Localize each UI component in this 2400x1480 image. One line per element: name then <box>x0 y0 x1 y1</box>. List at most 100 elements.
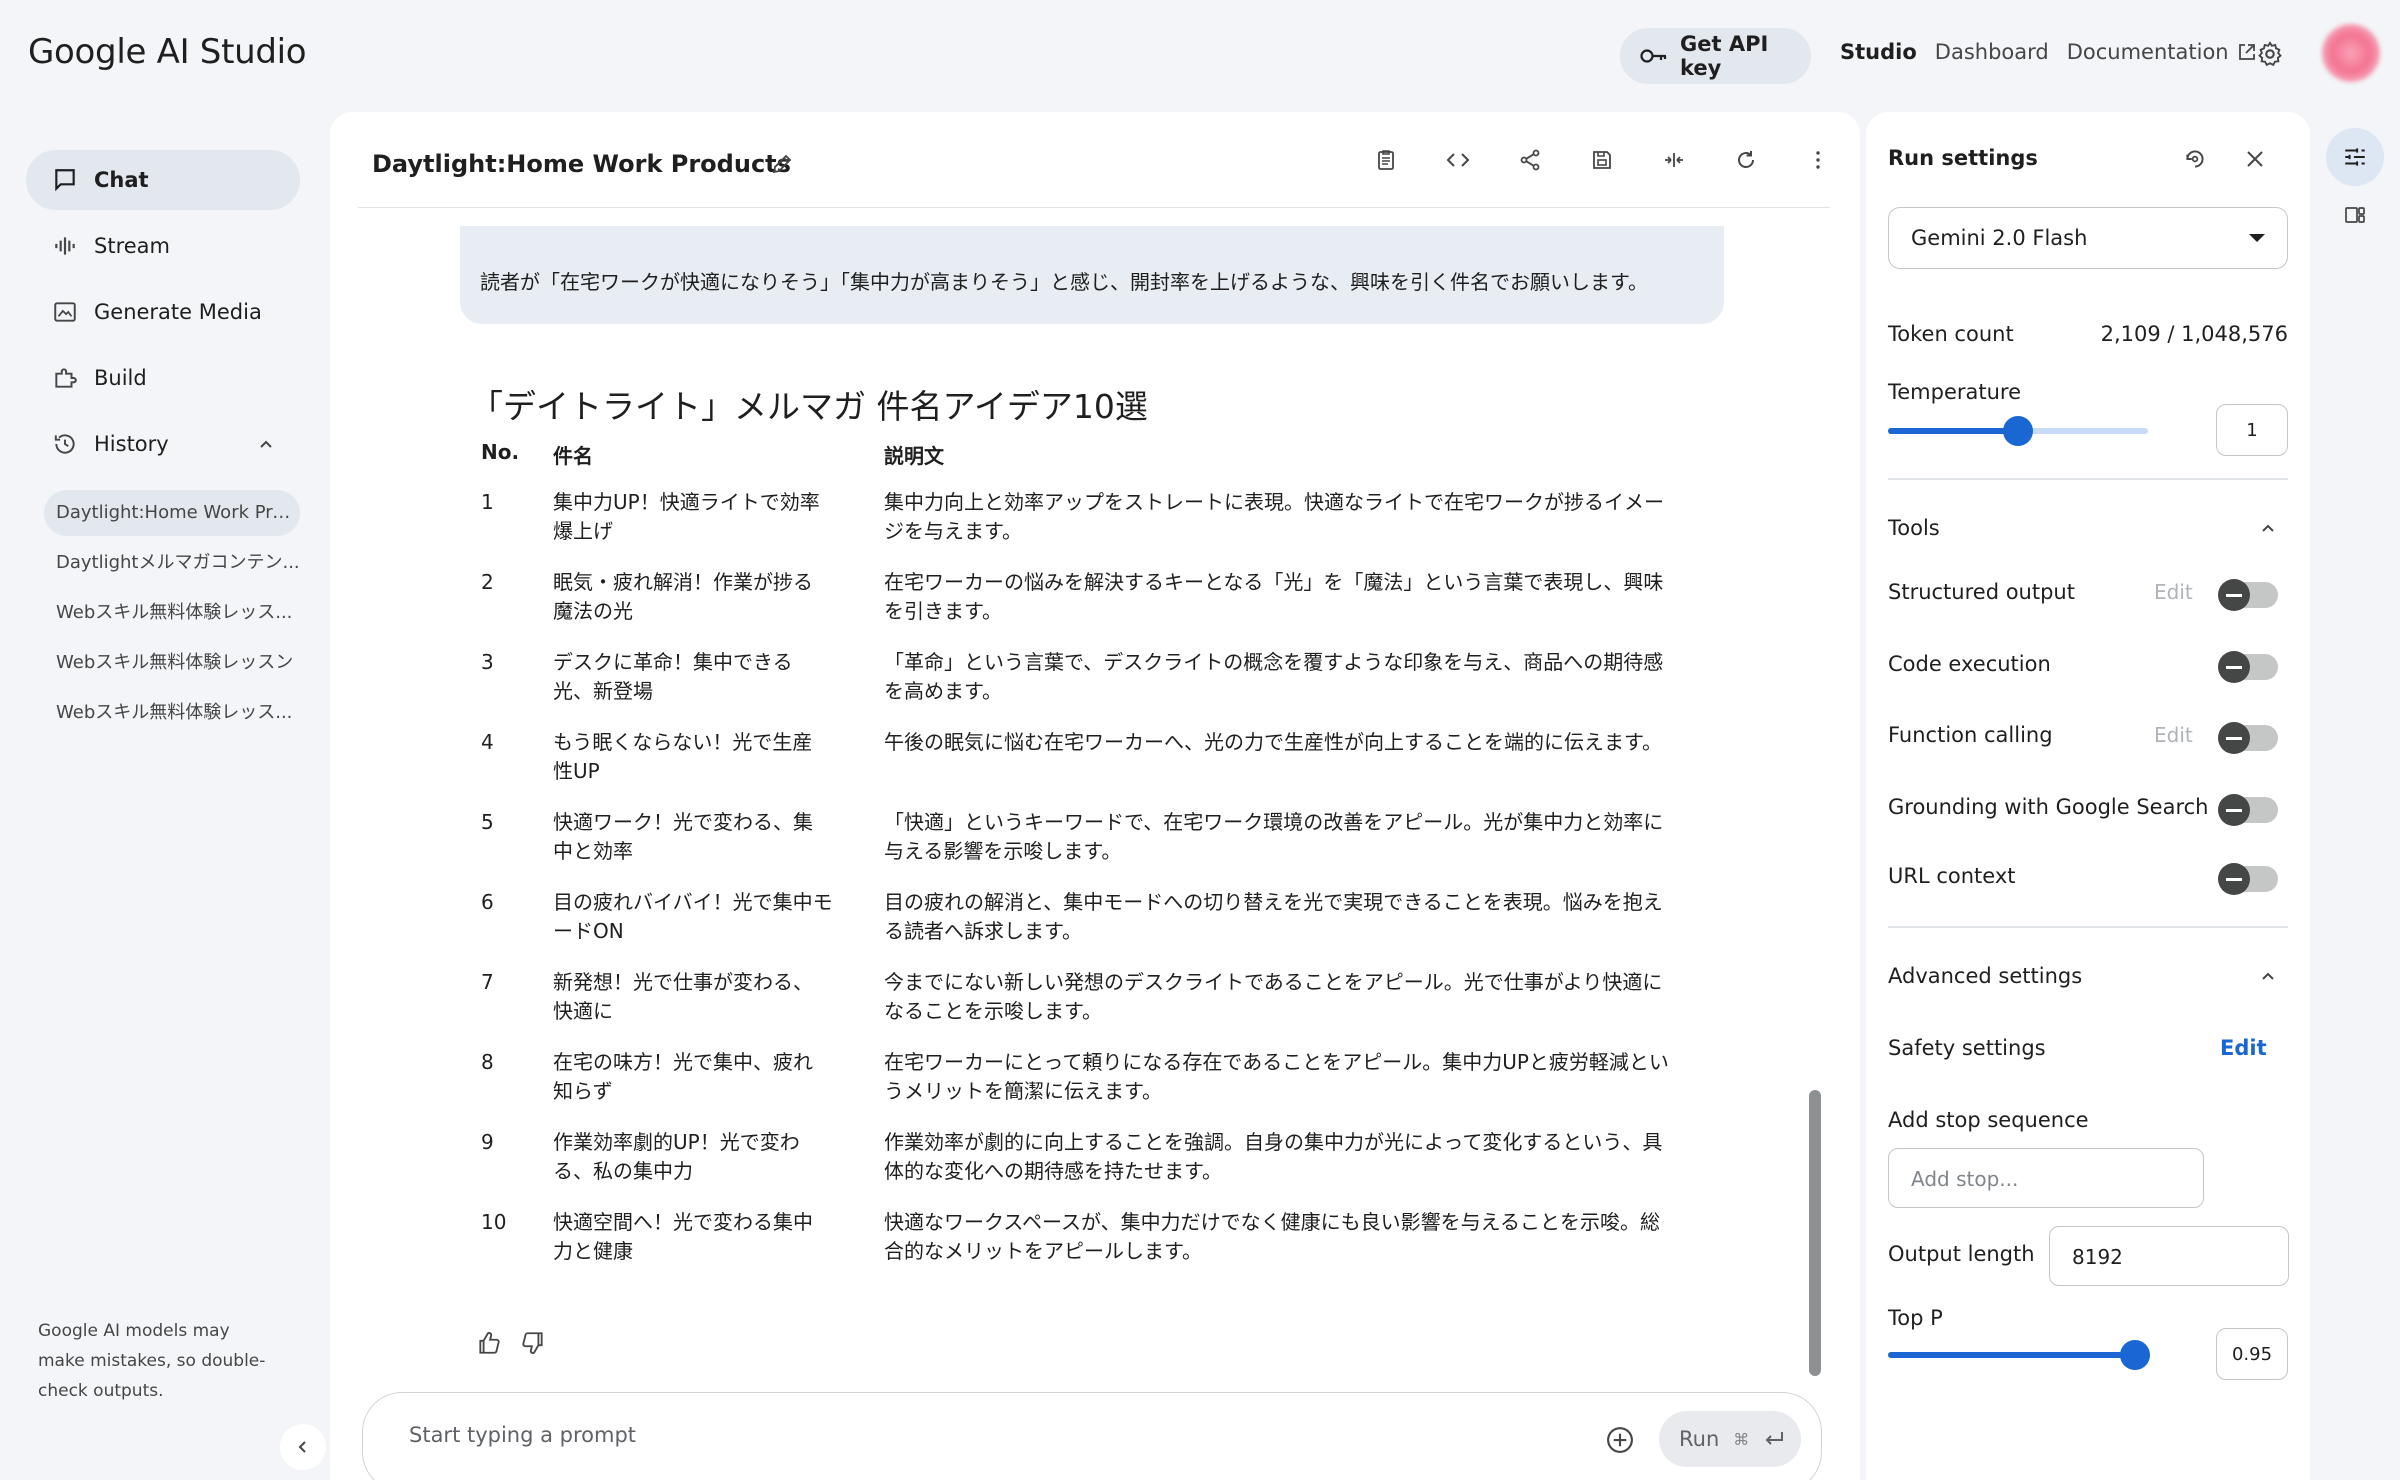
nav-studio[interactable]: Studio <box>1840 40 1917 64</box>
waveform-icon <box>52 233 78 259</box>
add-circle-icon[interactable] <box>1605 1425 1635 1455</box>
chat-icon <box>52 167 78 193</box>
toggle-thumb <box>2218 651 2250 683</box>
nav-documentation[interactable]: Documentation <box>2067 40 2257 64</box>
row-description-line: る読者へ訴求します。 <box>884 919 1082 943</box>
key-icon <box>1640 48 1668 64</box>
thumbs-up-icon[interactable] <box>476 1330 502 1356</box>
row-number: 8 <box>481 1050 494 1074</box>
row-subject-line: 眠気・疲れ解消！作業が捗る <box>553 570 813 594</box>
prompt-input[interactable] <box>409 1423 1509 1447</box>
get-api-key-button[interactable]: Get API key <box>1620 28 1811 84</box>
row-subject: 快適空間へ！光で変わる集中 力と健康 <box>553 1208 843 1266</box>
model-select[interactable]: Gemini 2.0 Flash <box>1888 207 2288 269</box>
output-length-label: Output length <box>1888 1242 2035 1266</box>
response-heading: 「デイトライト」メルマガ 件名アイデア10選 <box>470 387 1148 426</box>
row-description-line: を高めます。 <box>884 679 1002 703</box>
chevron-up-icon[interactable] <box>256 434 276 454</box>
row-subject-line: デスクに革命！集中できる <box>553 650 793 674</box>
sidebar-item-build[interactable]: Build <box>26 348 300 408</box>
chat-scrollbar-thumb[interactable] <box>1809 1090 1821 1376</box>
top-p-slider-handle[interactable] <box>2120 1340 2150 1370</box>
toggle-thumb <box>2218 794 2250 826</box>
code-execution-toggle[interactable] <box>2218 651 2278 683</box>
row-description-line: 与える影響を示唆します。 <box>884 839 1122 863</box>
row-subject-line: 快適空間へ！光で変わる集中 <box>553 1210 813 1234</box>
stop-sequence-label: Add stop sequence <box>1888 1108 2089 1132</box>
row-number: 3 <box>481 650 494 674</box>
row-description: 「快適」というキーワードで、在宅ワーク環境の改善をアピール。光が集中力と効率に与… <box>884 808 1704 866</box>
nav-dashboard[interactable]: Dashboard <box>1935 40 2049 64</box>
structured-output-toggle[interactable] <box>2218 579 2278 611</box>
row-subject-line: 新発想！光で仕事が変わる、 <box>553 970 813 994</box>
toggle-thumb <box>2218 579 2250 611</box>
row-description: 「革命」という言葉で、デスクライトの概念を覆すような印象を与え、商品への期待感を… <box>884 648 1704 706</box>
history-item[interactable]: Webスキル無料体験レッス... <box>44 590 300 636</box>
row-description-line: 体的な変化への期待感を持たせます。 <box>884 1159 1222 1183</box>
url-context-toggle[interactable] <box>2218 863 2278 895</box>
structured-output-edit-link[interactable]: Edit <box>2154 580 2193 604</box>
row-subject: 新発想！光で仕事が変わる、 快適に <box>553 968 843 1026</box>
run-button[interactable]: Run ⌘ <box>1659 1411 1801 1467</box>
row-subject-line: る、私の集中力 <box>553 1159 693 1183</box>
more-vert-icon[interactable] <box>1806 148 1830 172</box>
chat-title: Daytlight:Home Work Products <box>372 150 791 178</box>
get-api-key-label: Get API key <box>1680 32 1769 80</box>
history-item[interactable]: Daytlight:Home Work Prod... <box>44 490 300 536</box>
refresh-icon[interactable] <box>1734 148 1758 172</box>
grounding-toggle[interactable] <box>2218 794 2278 826</box>
row-description-line: 在宅ワーカーにとって頼りになる存在であることをアピール。集中力UPと疲労軽減とい <box>884 1050 1669 1074</box>
close-icon[interactable] <box>2244 148 2266 170</box>
temperature-input[interactable]: 1 <box>2216 404 2288 456</box>
model-select-value: Gemini 2.0 Flash <box>1911 226 2088 250</box>
save-icon[interactable] <box>1590 148 1614 172</box>
gallery-button[interactable] <box>2326 186 2384 244</box>
sidebar-item-stream[interactable]: Stream <box>26 216 300 276</box>
history-item[interactable]: Webスキル無料体験レッス... <box>44 690 300 736</box>
function-calling-edit-link[interactable]: Edit <box>2154 723 2193 747</box>
token-count-label: Token count <box>1888 322 2014 346</box>
row-description: 在宅ワーカーの悩みを解決するキーとなる「光」を「魔法」という言葉で表現し、興味を… <box>884 568 1704 626</box>
row-description-line: 作業効率が劇的に向上することを強調。自身の集中力が光によって変化するという、具 <box>884 1130 1663 1154</box>
thumbs-down-icon[interactable] <box>520 1330 546 1356</box>
row-subject: 集中力UP！快適ライトで効率 爆上げ <box>553 488 843 546</box>
tool-grounding-label: Grounding with Google Search <box>1888 795 2209 819</box>
top-p-slider[interactable] <box>1888 1340 2150 1370</box>
sidebar-item-chat[interactable]: Chat <box>26 150 300 210</box>
sidebar-item-history[interactable]: History <box>26 414 300 474</box>
chevron-up-icon[interactable] <box>2258 966 2278 986</box>
code-icon[interactable] <box>1446 148 1470 172</box>
function-calling-toggle[interactable] <box>2218 722 2278 754</box>
chat-toolbar <box>1374 148 1830 172</box>
edit-title-icon[interactable] <box>770 152 794 176</box>
gear-icon[interactable] <box>2256 40 2284 68</box>
top-p-input[interactable]: 0.95 <box>2216 1328 2288 1380</box>
row-description-line: 「革命」という言葉で、デスクライトの概念を覆すような印象を与え、商品への期待感 <box>884 650 1664 674</box>
row-description-line: 集中力向上と効率アップをストレートに表現。快適なライトで在宅ワークが捗るイメー <box>884 490 1664 514</box>
row-description-line: うメリットを簡潔に伝えます。 <box>884 1079 1162 1103</box>
output-length-input[interactable]: 8192 <box>2049 1226 2289 1286</box>
sidebar-item-generate-media[interactable]: Generate Media <box>26 282 300 342</box>
chevron-up-icon[interactable] <box>2258 518 2278 538</box>
puzzle-icon <box>52 365 78 391</box>
avatar[interactable] <box>2322 24 2380 82</box>
app-logo[interactable]: Google AI Studio <box>28 32 307 72</box>
compare-icon[interactable] <box>1662 148 1686 172</box>
clipboard-icon[interactable] <box>1374 148 1398 172</box>
stop-sequence-input[interactable]: Add stop... <box>1888 1148 2204 1208</box>
top-nav: Studio Dashboard Documentation <box>1840 40 2257 64</box>
row-description: 作業効率が劇的に向上することを強調。自身の集中力が光によって変化するという、具体… <box>884 1128 1704 1186</box>
history-item[interactable]: Daytlightメルマガコンテン... <box>44 540 300 586</box>
stop-sequence-placeholder: Add stop... <box>1911 1167 2019 1191</box>
safety-settings-edit-link[interactable]: Edit <box>2220 1036 2267 1060</box>
history-item[interactable]: Webスキル無料体験レッスン <box>44 640 300 686</box>
share-icon[interactable] <box>1518 148 1542 172</box>
temperature-slider[interactable] <box>1888 416 2148 446</box>
collapse-sidebar-button[interactable] <box>280 1424 326 1470</box>
run-settings-toggle-button[interactable] <box>2326 128 2384 186</box>
row-description: 在宅ワーカーにとって頼りになる存在であることをアピール。集中力UPと疲労軽減とい… <box>884 1048 1704 1106</box>
top-p-label: Top P <box>1888 1306 1943 1330</box>
row-description-line: 合的なメリットをアピールします。 <box>884 1239 1202 1263</box>
temperature-slider-handle[interactable] <box>2003 416 2033 446</box>
reset-settings-icon[interactable] <box>2182 146 2208 172</box>
